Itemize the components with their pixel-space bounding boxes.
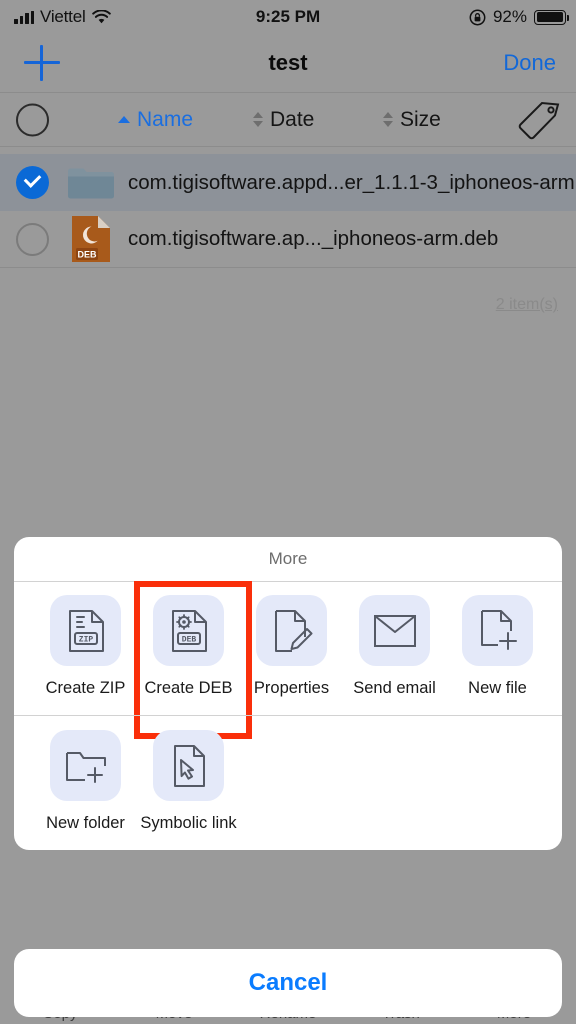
file-edit-icon	[256, 595, 327, 666]
svg-text:ZIP: ZIP	[78, 635, 93, 644]
battery-percent-label: 92%	[492, 7, 527, 26]
table-row[interactable]: com.tigisoftware.appd...er_1.1.1-3_iphon…	[0, 154, 576, 211]
chevron-updown-icon	[253, 112, 263, 127]
navigation-bar: test Done	[0, 34, 576, 91]
deb-create-icon: DEB	[153, 595, 224, 666]
status-bar-right: 92%	[469, 7, 570, 27]
chevron-updown-icon	[383, 112, 393, 127]
chevron-up-icon	[118, 116, 130, 123]
action-label: Properties	[253, 679, 330, 697]
action-symbolic-link[interactable]: Symbolic link	[137, 730, 240, 834]
action-sheet-title: More	[14, 537, 562, 582]
action-properties[interactable]: Properties	[240, 595, 343, 699]
action-send-email[interactable]: Send email	[343, 595, 446, 699]
action-new-file[interactable]: New file	[446, 595, 549, 699]
sort-by-size-button[interactable]: Size	[383, 108, 441, 132]
folder-plus-icon	[50, 730, 121, 802]
row-checkbox-selected[interactable]	[16, 166, 49, 199]
circle-unselected-icon[interactable]	[16, 103, 49, 136]
cancel-button[interactable]: Cancel	[14, 949, 562, 1017]
envelope-icon	[359, 595, 430, 666]
action-create-deb[interactable]: DEB Create DEB	[137, 595, 240, 699]
sort-by-name-button[interactable]: Name	[118, 108, 193, 132]
item-count-label[interactable]: 2 item(s)	[496, 296, 558, 314]
folder-icon	[66, 162, 116, 204]
sort-size-label: Size	[400, 107, 441, 131]
zip-file-icon: ZIP	[50, 595, 121, 666]
sort-name-label: Name	[137, 107, 194, 131]
rotation-lock-icon	[469, 9, 486, 26]
action-label: New folder	[46, 814, 125, 833]
sort-by-date-button[interactable]: Date	[253, 108, 314, 132]
action-label: Create ZIP	[45, 679, 126, 697]
file-browser-backdrop: Viettel 9:25 PM 92% test Done Name Date …	[0, 0, 576, 1024]
action-label: Create DEB	[144, 679, 233, 697]
file-name-label: com.tigisoftware.appd...er_1.1.1-3_iphon…	[128, 170, 575, 194]
row-checkbox-unselected[interactable]	[16, 222, 49, 256]
sort-bar: Name Date Size	[0, 92, 576, 147]
svg-text:DEB: DEB	[77, 250, 97, 260]
action-label: Symbolic link	[140, 814, 237, 833]
done-button[interactable]: Done	[503, 50, 556, 76]
file-plus-icon	[462, 595, 533, 666]
action-label: Send email	[353, 679, 436, 697]
deb-file-icon: DEB	[66, 216, 116, 262]
action-sheet-row-1: ZIP Create ZIP DEB Create DEB Properties…	[14, 581, 562, 739]
symlink-icon	[153, 730, 224, 802]
svg-text:DEB: DEB	[181, 635, 196, 644]
phone-screen: Viettel 9:25 PM 92% test Done Name Date …	[0, 0, 576, 1024]
sort-date-label: Date	[270, 107, 315, 131]
status-bar: Viettel 9:25 PM 92%	[0, 0, 576, 34]
page-title: test	[268, 49, 308, 75]
action-create-zip[interactable]: ZIP Create ZIP	[34, 595, 137, 699]
battery-full-icon	[534, 9, 570, 25]
more-action-sheet: More ZIP Create ZIP DEB Create DEB Prope…	[14, 537, 562, 851]
action-new-folder[interactable]: New folder	[34, 730, 137, 834]
tag-icon[interactable]	[516, 100, 562, 140]
cancel-label: Cancel	[248, 969, 328, 996]
table-row[interactable]: DEB com.tigisoftware.ap..._iphoneos-arm.…	[0, 211, 576, 268]
action-label: New file	[468, 679, 527, 697]
file-name-label: com.tigisoftware.ap..._iphoneos-arm.deb	[128, 227, 499, 250]
action-sheet-row-2: New folder Symbolic link	[14, 715, 562, 850]
